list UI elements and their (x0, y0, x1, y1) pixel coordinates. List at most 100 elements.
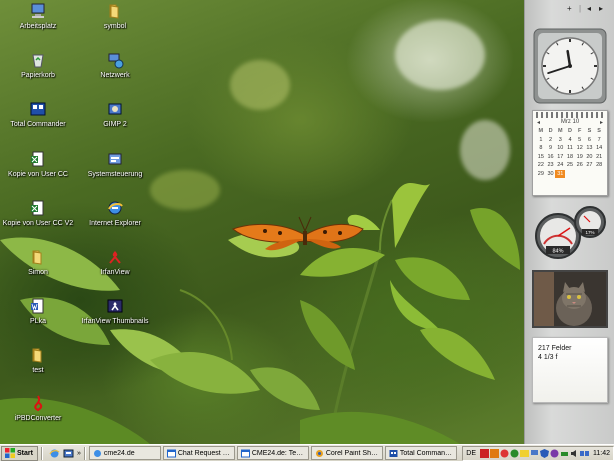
notes-gadget[interactable]: 217 Felder 4 1/3 f (532, 337, 608, 403)
volume-icon[interactable] (570, 449, 579, 458)
desktop-icon-label: test (32, 367, 44, 374)
firewall-tray-icon[interactable] (490, 448, 499, 458)
folder-icon (109, 4, 119, 19)
desktop-icon-symbol[interactable]: symbol (77, 2, 153, 30)
calendar-day-cell[interactable]: 9 (546, 144, 556, 153)
desktop-icon-simon[interactable]: Simon (0, 248, 76, 276)
start-button[interactable]: Start (1, 445, 38, 461)
update-tray-icon[interactable] (500, 449, 509, 458)
network-tray-icon[interactable] (530, 449, 539, 458)
calendar-month-label: Mrz 10 (560, 119, 580, 125)
desktop-icon-systemsteuerung[interactable]: Systemsteuerung (77, 150, 153, 178)
calendar-day-cell[interactable]: 11 (565, 144, 575, 153)
calendar-today-cell[interactable]: 31 (555, 169, 566, 178)
pdf-converter-icon (34, 395, 43, 412)
calendar-prev-month-button[interactable]: ◂ (537, 119, 540, 126)
calendar-day-cell[interactable]: 18 (565, 153, 575, 162)
desktop-icon-label: IrfanView Thumbnails (81, 318, 149, 325)
cat-photo (534, 272, 606, 326)
task-label: CME24.de: Testst... (251, 449, 305, 457)
calendar-day-cell[interactable]: 6 (585, 136, 595, 145)
calendar-day-cell[interactable]: 28 (594, 161, 604, 170)
desktop-icon-papierkorb[interactable]: Papierkorb (0, 51, 76, 79)
calendar-day-cell[interactable]: 1 (536, 136, 546, 145)
desktop-icon-ipbdconverter[interactable]: iPBDConverter (0, 394, 76, 422)
calendar-day-cell[interactable]: 4 (565, 136, 575, 145)
calendar-day-cell[interactable]: 3 (555, 136, 565, 145)
cpu-meter-gadget[interactable]: 84% 17% (532, 202, 608, 264)
calendar-day-cell[interactable]: 22 (536, 161, 546, 170)
task-button-total-commander[interactable]: Total Commander ... (384, 446, 457, 460)
calendar-day-cell[interactable]: 14 (594, 144, 604, 153)
desktop-icon-label: symbol (103, 23, 127, 30)
desktop-icon-label: Simon (28, 269, 48, 276)
desktop-icon-irfanview[interactable]: IrfanView (77, 248, 153, 276)
calendar-day-cell[interactable]: 16 (546, 153, 556, 162)
calendar-day-cell[interactable]: 19 (575, 153, 585, 162)
desktop-icon-arbeitsplatz[interactable]: Arbeitsplatz (0, 2, 76, 30)
calendar-weekday-header: F (578, 128, 582, 134)
paint-shop-icon (315, 449, 323, 457)
calendar-day-cell[interactable]: 10 (555, 144, 565, 153)
desktop-icon-label: IrfanView (100, 269, 130, 276)
task-button-corel-paint-shop[interactable]: Corel Paint Shop P... (310, 446, 383, 460)
messenger-tray-icon[interactable] (510, 449, 519, 458)
clock-gadget[interactable] (532, 27, 608, 105)
calendar-day-cell[interactable]: 27 (585, 161, 595, 170)
desktop-icon-plka[interactable]: PLka (0, 297, 76, 325)
sidebar-next-button[interactable]: ▸ (599, 4, 603, 13)
desktop-icon-internet-explorer[interactable]: Internet Explorer (77, 199, 153, 227)
calendar-day-cell[interactable]: 2 (546, 136, 556, 145)
calendar-day-cell[interactable]: 30 (546, 170, 556, 179)
desktop-icon-total-commander[interactable]: Total Commander (0, 100, 76, 128)
total-commander-icon (389, 449, 398, 457)
calendar-day-cell[interactable]: 15 (536, 153, 546, 162)
chat-tray-icon[interactable] (520, 449, 529, 458)
task-button-cme24-testst[interactable]: CME24.de: Testst... (236, 446, 309, 460)
calendar-day-cell[interactable]: 5 (575, 136, 585, 145)
app-tray-icon[interactable] (550, 449, 559, 458)
desktop-icon-kopie-user-cc[interactable]: Kopie von User CC (0, 150, 76, 178)
desktop-icon-label: Arbeitsplatz (19, 23, 57, 30)
show-desktop-icon[interactable] (63, 448, 74, 459)
internet-explorer-icon (93, 449, 101, 457)
calendar-day-cell[interactable]: 24 (555, 161, 565, 170)
desktop-icon-gimp[interactable]: GIMP 2 (77, 100, 153, 128)
calendar-day-cell[interactable]: 29 (536, 170, 546, 179)
calendar-day-cell[interactable]: 26 (575, 161, 585, 170)
calendar-next-month-button[interactable]: ▸ (600, 119, 603, 126)
calendar-day-cell[interactable]: 21 (594, 153, 604, 162)
add-gadget-button[interactable]: + (567, 4, 572, 13)
desktop-icon-netzwerk[interactable]: Netzwerk (77, 51, 153, 79)
safely-remove-hardware-icon[interactable] (560, 449, 569, 458)
shield-tray-icon[interactable] (540, 448, 549, 458)
calendar-day-cell[interactable]: 13 (585, 144, 595, 153)
calendar-day-cell[interactable]: 8 (536, 144, 546, 153)
desktop-icon-label: PLka (30, 318, 46, 325)
slideshow-gadget[interactable] (532, 270, 608, 328)
calendar-day-cell[interactable]: 17 (555, 153, 565, 162)
desktop-icon-irfanview-thumbnails[interactable]: IrfanView Thumbnails (77, 297, 153, 325)
calendar-day-cell[interactable]: 7 (594, 136, 604, 145)
windows-logo-icon (5, 448, 15, 458)
calendar-gadget[interactable]: ◂ Mrz 10 ▸ M D M D F S S 1 2 3 4 5 6 7 8 9 10 11 12 13 14 15 1… (532, 110, 608, 196)
calendar-day-cell[interactable]: 20 (585, 153, 595, 162)
antivirus-tray-icon[interactable] (480, 448, 489, 458)
connection-tray-icon[interactable] (580, 449, 589, 458)
taskbar-clock[interactable]: 11:42 (593, 450, 610, 457)
irfanview-icon (109, 251, 121, 264)
task-button-chat-request[interactable]: Chat Request Mon... (162, 446, 235, 460)
desktop-icon-test[interactable]: test (0, 346, 76, 374)
calendar-day-cell[interactable]: 25 (565, 161, 575, 170)
internet-explorer-icon[interactable] (49, 448, 60, 459)
language-indicator[interactable]: DE (466, 450, 476, 457)
calendar-weekday-header: M (557, 128, 563, 134)
task-button-cme24[interactable]: cme24.de (88, 446, 161, 460)
calendar-day-cell[interactable]: 12 (575, 144, 585, 153)
desktop-icon-kopie-user-cc-v2[interactable]: Kopie von User CC V2 (0, 199, 76, 227)
calendar-day-cell[interactable]: 23 (546, 161, 556, 170)
calendar-weekday-header: S (597, 128, 601, 134)
sidebar-prev-button[interactable]: ◂ (587, 4, 591, 13)
quick-launch-more-button[interactable]: » (77, 450, 81, 457)
note-line: 4 1/3 f (538, 354, 558, 361)
